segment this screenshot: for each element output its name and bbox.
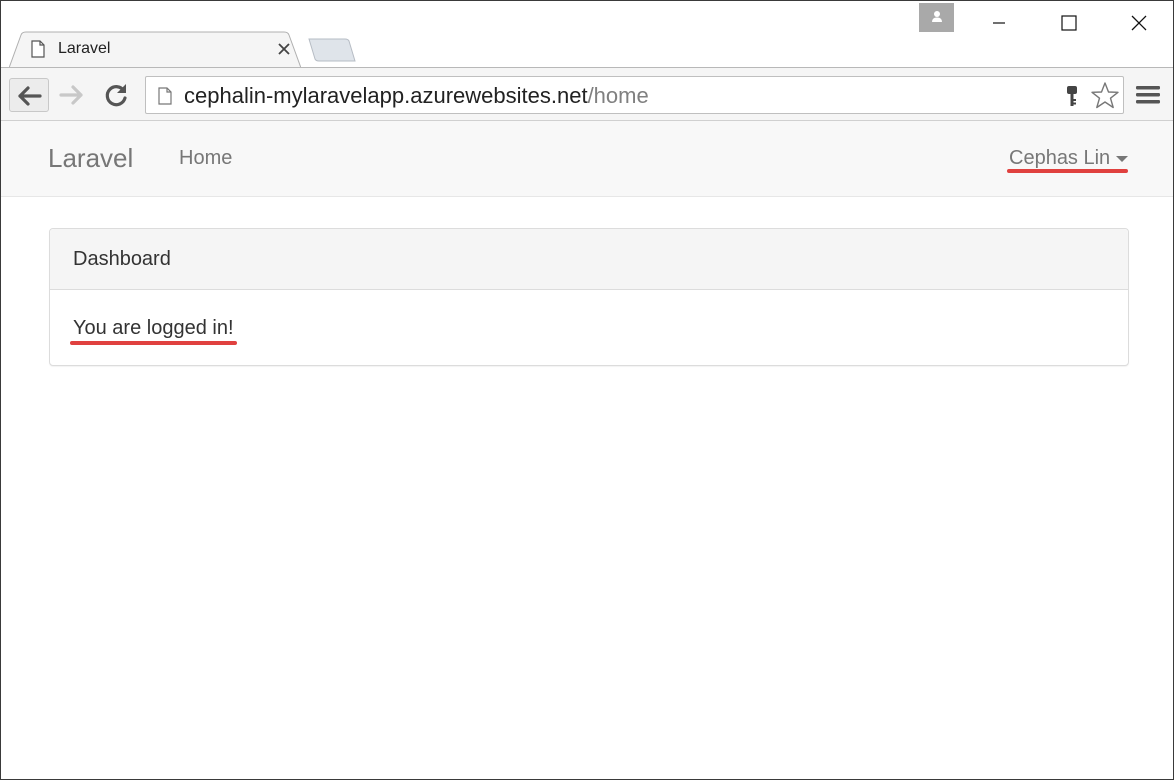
browser-tab[interactable] xyxy=(9,31,301,68)
reload-button[interactable] xyxy=(97,78,137,112)
arrow-right-icon xyxy=(59,85,83,105)
person-icon xyxy=(932,11,942,22)
star-icon[interactable] xyxy=(1090,81,1120,111)
user-name: Cephas Lin xyxy=(1009,147,1111,169)
tab-title: Laravel xyxy=(58,40,111,57)
browser-window: Laravel cephalin-mylaravelapp.azurewebsi… xyxy=(0,0,1174,780)
key-icon[interactable] xyxy=(1064,84,1080,108)
caret-down-icon xyxy=(1116,155,1129,162)
address-bar[interactable]: cephalin-mylaravelapp.azurewebsites.net/… xyxy=(145,76,1124,114)
window-close-button[interactable] xyxy=(1103,1,1173,45)
new-tab-button[interactable] xyxy=(307,37,357,63)
reload-icon xyxy=(105,84,127,107)
user-dropdown[interactable]: Cephas Lin xyxy=(1009,147,1129,170)
close-icon[interactable] xyxy=(276,41,292,57)
minimize-button[interactable] xyxy=(963,1,1033,45)
url-path: /home xyxy=(587,83,649,108)
login-status-message: You are logged in! xyxy=(73,317,234,339)
panel-title: Dashboard xyxy=(73,248,171,270)
dashboard-panel: Dashboard You are logged in! xyxy=(49,228,1129,366)
page-icon xyxy=(158,87,172,105)
url-text: cephalin-mylaravelapp.azurewebsites.net/… xyxy=(184,83,649,109)
arrow-left-icon xyxy=(18,86,42,106)
hamburger-icon[interactable] xyxy=(1133,80,1163,110)
forward-button[interactable] xyxy=(53,78,93,112)
page-icon xyxy=(31,40,45,58)
annotation-underline-user xyxy=(1007,169,1128,173)
panel-heading: Dashboard xyxy=(50,229,1128,290)
browser-toolbar: cephalin-mylaravelapp.azurewebsites.net/… xyxy=(1,67,1173,121)
navbar-brand[interactable]: Laravel xyxy=(48,143,133,174)
maximize-button[interactable] xyxy=(1033,1,1103,45)
page-viewport: Laravel Home Cephas Lin Dashboard You ar… xyxy=(1,121,1173,779)
nav-link-home[interactable]: Home xyxy=(179,147,232,170)
profile-button[interactable] xyxy=(919,3,954,32)
annotation-underline-message xyxy=(70,341,237,345)
title-bar: Laravel xyxy=(1,1,1173,68)
back-button[interactable] xyxy=(9,78,49,112)
url-host: cephalin-mylaravelapp.azurewebsites.net xyxy=(184,83,588,108)
navbar: Laravel Home Cephas Lin xyxy=(1,121,1173,197)
